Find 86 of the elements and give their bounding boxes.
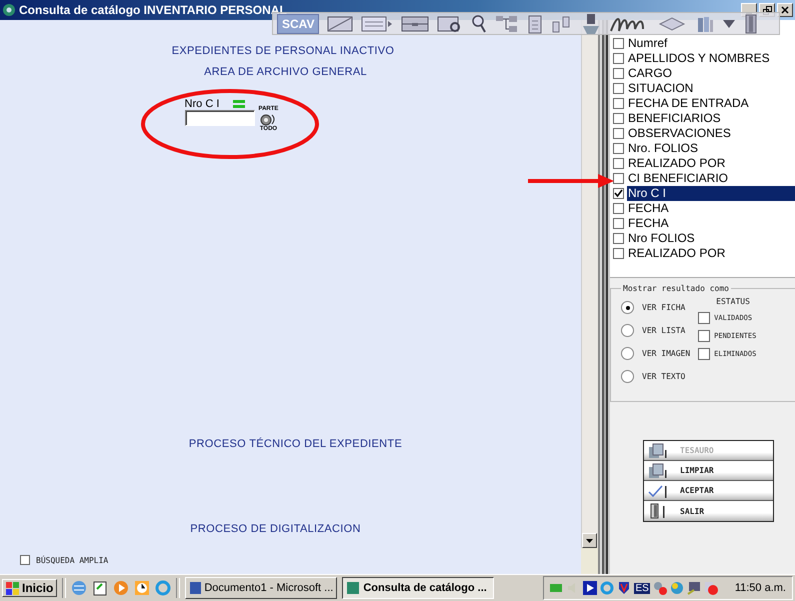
- radio-label: VER IMAGEN: [642, 349, 690, 358]
- restore-icon: [762, 6, 772, 14]
- list-item[interactable]: OBSERVACIONES: [627, 126, 795, 141]
- radio-label: VER LISTA: [642, 326, 686, 335]
- input-field[interactable]: [184, 110, 255, 126]
- books-icon: [648, 442, 668, 458]
- close-icon: [781, 6, 789, 14]
- list-item[interactable]: FECHA: [627, 216, 795, 231]
- app-icon: [189, 581, 202, 595]
- toggle-icon[interactable]: [259, 113, 278, 126]
- list-item[interactable]: REALIZADO POR: [627, 156, 795, 171]
- card-icon[interactable]: [327, 14, 354, 32]
- section-title: PROCESO DE DIGITALIZACION: [190, 523, 361, 535]
- radio-button[interactable]: [621, 324, 634, 337]
- task-button[interactable]: Documento1 - Microsoft ...: [185, 577, 338, 599]
- list-item[interactable]: REALIZADO POR: [627, 246, 795, 261]
- list-item[interactable]: Nro C I: [627, 186, 795, 201]
- radio-button[interactable]: [621, 301, 634, 314]
- form-icon[interactable]: [361, 14, 394, 32]
- door-icon[interactable]: [743, 12, 760, 34]
- form-heading: EXPEDIENTES DE PERSONAL INACTIVO: [172, 45, 394, 57]
- start-button[interactable]: Inicio: [2, 579, 58, 597]
- app-icon: [2, 3, 16, 17]
- form-subheading: AREA DE ARCHIVO GENERAL: [204, 66, 367, 78]
- section-title: PROCESO TÉCNICO DEL EXPEDIENTE: [188, 438, 402, 450]
- search-icon[interactable]: [471, 14, 488, 34]
- tree-icon[interactable]: [495, 14, 520, 34]
- checkbox[interactable]: [613, 158, 624, 169]
- checkmark-icon: [648, 482, 668, 498]
- checkbox[interactable]: [613, 53, 624, 64]
- error-icon[interactable]: [704, 581, 718, 595]
- list-item[interactable]: FECHA: [627, 201, 795, 216]
- task-button[interactable]: Consulta de catálogo ...: [342, 577, 494, 599]
- app-icon: [346, 581, 360, 595]
- checkbox[interactable]: [613, 83, 624, 94]
- list-item[interactable]: BENEFICIARIOS: [627, 111, 795, 126]
- close-button[interactable]: [777, 3, 793, 17]
- scroll-down-button[interactable]: [582, 533, 597, 548]
- list-item[interactable]: SITUACION: [627, 81, 795, 96]
- checkbox[interactable]: [613, 218, 624, 229]
- field-label: Nro C I: [184, 98, 220, 110]
- checkbox[interactable]: [20, 555, 30, 565]
- radio-button[interactable]: [621, 347, 634, 360]
- list-item[interactable]: FECHA DE ENTRADA: [627, 96, 795, 111]
- checkbox[interactable]: [613, 98, 624, 109]
- list-item[interactable]: CARGO: [627, 66, 795, 81]
- group-legend: Mostrar resultado como: [621, 284, 731, 293]
- checkbox[interactable]: [698, 348, 710, 360]
- checkbox[interactable]: [613, 128, 624, 139]
- list-item[interactable]: Nro FOLIOS: [627, 231, 795, 246]
- notepad-icon[interactable]: [92, 580, 108, 596]
- checkbox[interactable]: [698, 312, 710, 324]
- radio-label: VER FICHA: [642, 303, 686, 312]
- clock: 11:50 a.m.: [734, 582, 786, 594]
- checkbox[interactable]: [613, 173, 624, 184]
- caret-down-icon: [586, 538, 593, 542]
- checkbox[interactable]: [613, 68, 624, 79]
- globe-icon[interactable]: [71, 580, 88, 596]
- checkbox[interactable]: [613, 188, 624, 199]
- checkbox[interactable]: [613, 233, 624, 244]
- radio-button[interactable]: [621, 370, 634, 383]
- status-title: ESTATUS: [716, 297, 751, 306]
- books-icon: [648, 462, 668, 478]
- list-item[interactable]: Nro. FOLIOS: [627, 141, 795, 156]
- action-button[interactable]: LIMPIAR: [644, 461, 773, 481]
- windows-logo-icon: [6, 582, 20, 594]
- checkbox[interactable]: [613, 113, 624, 124]
- shield-icon[interactable]: [617, 581, 632, 595]
- checkbox[interactable]: [613, 143, 624, 154]
- checkbox[interactable]: [613, 248, 624, 259]
- checkbox[interactable]: [613, 203, 624, 214]
- clipboard-icon[interactable]: [527, 14, 544, 34]
- radio-label: VER TEXTO: [642, 372, 686, 381]
- network-error-icon[interactable]: [652, 581, 667, 595]
- checkbox[interactable]: [613, 38, 624, 49]
- action-button[interactable]: SALIR: [644, 501, 773, 521]
- checkbox-label: BÚSQUEDA AMPLIA: [36, 556, 108, 564]
- language-indicator[interactable]: ES: [634, 582, 650, 594]
- play-icon[interactable]: [583, 581, 598, 595]
- clock-icon[interactable]: [134, 580, 150, 596]
- list-item[interactable]: CI BENEFICIARIO: [627, 171, 795, 186]
- tray-icon[interactable]: [401, 14, 430, 32]
- monitor-icon[interactable]: [686, 581, 701, 595]
- checkbox[interactable]: [698, 330, 710, 342]
- list-item[interactable]: Numref: [627, 36, 795, 51]
- list-item[interactable]: APELLIDOS Y NOMBRES: [627, 51, 795, 66]
